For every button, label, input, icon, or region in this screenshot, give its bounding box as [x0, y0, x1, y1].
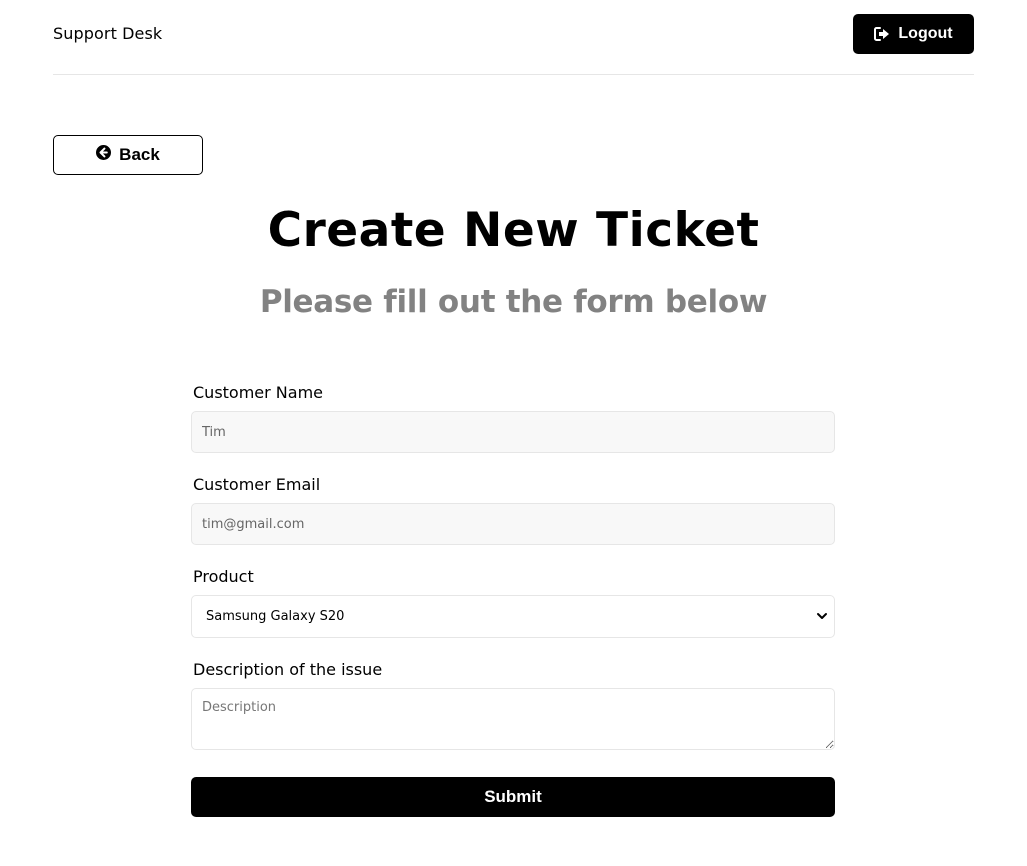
- customer-email-input[interactable]: [191, 503, 835, 545]
- arrow-circle-left-icon: [96, 145, 112, 165]
- description-textarea[interactable]: [191, 688, 835, 750]
- customer-name-input[interactable]: [191, 411, 835, 453]
- top-header: Support Desk Logout: [53, 0, 974, 75]
- back-button[interactable]: Back: [53, 135, 203, 175]
- page: Support Desk Logout Back Create New Tick…: [0, 0, 1027, 866]
- product-label: Product: [193, 567, 254, 586]
- submit-button[interactable]: Submit: [191, 777, 835, 817]
- chevron-down-icon: [816, 610, 828, 626]
- customer-name-label: Customer Name: [193, 383, 324, 402]
- page-title: Create New Ticket: [267, 203, 760, 258]
- product-select[interactable]: Samsung Galaxy S20: [191, 595, 835, 638]
- page-subtitle: Please fill out the form below: [259, 284, 768, 320]
- back-label: Back: [119, 145, 160, 164]
- product-selected-value: Samsung Galaxy S20: [206, 609, 345, 624]
- logout-button[interactable]: Logout: [853, 14, 974, 54]
- description-label: Description of the issue: [193, 660, 383, 679]
- logout-label: Logout: [898, 25, 953, 42]
- sign-out-icon: [874, 27, 890, 41]
- customer-email-label: Customer Email: [193, 475, 321, 494]
- brand-link[interactable]: Support Desk: [53, 24, 162, 43]
